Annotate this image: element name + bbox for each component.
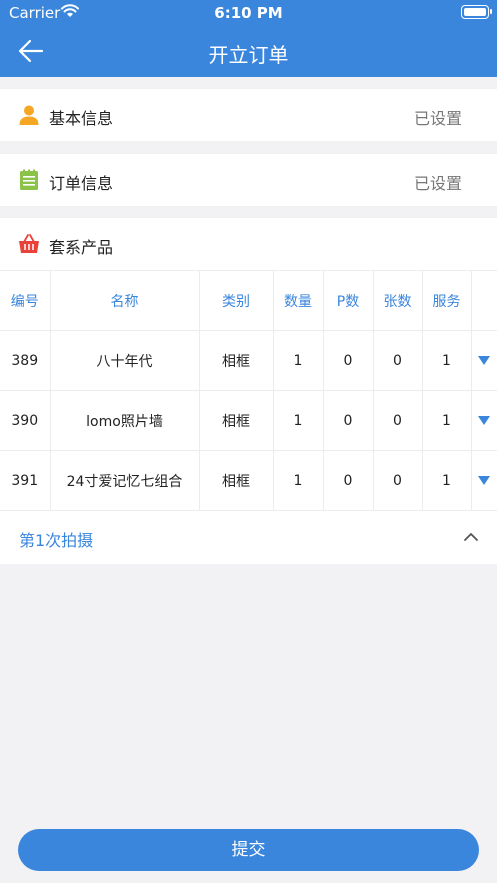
page-title: 开立订单 [208, 43, 289, 67]
cell-name: 八十年代 [49, 330, 200, 391]
cell-service: 1 [421, 390, 472, 451]
table-row[interactable]: 390 lomo照片墙 相框 1 0 0 1 [0, 390, 497, 451]
column-header-id: 编号 [0, 270, 51, 331]
table-row[interactable]: 389 八十年代 相框 1 0 0 1 [0, 330, 497, 391]
column-header-name: 名称 [49, 270, 200, 331]
chevron-up-icon[interactable] [463, 529, 479, 543]
top-bar: Carrier 6:10 PM 开立订单 [0, 0, 497, 77]
cell-p-count: 0 [322, 450, 374, 511]
cell-id: 389 [0, 330, 51, 391]
column-header-expand [470, 270, 497, 331]
cell-service: 1 [421, 450, 472, 511]
row-expand-cell[interactable] [470, 450, 497, 511]
cell-name: lomo照片墙 [49, 390, 200, 451]
basic-info-value: 已设置 [413, 109, 462, 128]
cell-type: 相框 [198, 390, 274, 451]
column-header-quantity: 数量 [272, 270, 324, 331]
status-time: 6:10 PM [214, 4, 283, 22]
cell-name: 24寸爱记忆七组合 [49, 450, 200, 511]
basic-info-row[interactable]: 基本信息 已设置 [0, 89, 497, 141]
user-icon [18, 104, 40, 126]
cell-service: 1 [421, 330, 472, 391]
dropdown-triangle-icon[interactable] [478, 355, 491, 365]
dropdown-triangle-icon[interactable] [478, 475, 491, 485]
cell-quantity: 1 [272, 450, 324, 511]
cell-sheets: 0 [372, 330, 423, 391]
column-header-type: 类别 [198, 270, 274, 331]
notepad-icon [18, 169, 40, 191]
dropdown-triangle-icon[interactable] [478, 415, 491, 425]
order-info-value: 已设置 [413, 174, 462, 193]
cell-sheets: 0 [372, 450, 423, 511]
cell-quantity: 1 [272, 330, 324, 391]
row-expand-cell[interactable] [470, 390, 497, 451]
column-header-p-count: P数 [322, 270, 374, 331]
cell-quantity: 1 [272, 390, 324, 451]
column-header-sheets: 张数 [372, 270, 423, 331]
order-info-label: 订单信息 [49, 174, 114, 193]
status-bar: Carrier 6:10 PM [0, 0, 497, 26]
cell-id: 390 [0, 390, 51, 451]
bottom-bar: 提交 [0, 818, 497, 883]
column-header-service: 服务 [421, 270, 472, 331]
table-row[interactable]: 391 24寸爱记忆七组合 相框 1 0 0 1 [0, 450, 497, 511]
row-expand-cell[interactable] [470, 330, 497, 391]
cell-type: 相框 [198, 330, 274, 391]
nav-bar: 开立订单 [0, 26, 497, 77]
table-header-row: 编号 名称 类别 数量 P数 张数 服务 [0, 270, 497, 331]
cell-p-count: 0 [322, 330, 374, 391]
shoot-section-toggle[interactable]: 第1次拍摄 [0, 510, 497, 564]
cell-p-count: 0 [322, 390, 374, 451]
submit-button[interactable]: 提交 [18, 829, 479, 871]
cell-sheets: 0 [372, 390, 423, 451]
basic-info-label: 基本信息 [49, 109, 114, 128]
battery-icon [461, 5, 492, 19]
basket-icon [18, 233, 40, 255]
cell-type: 相框 [198, 450, 274, 511]
package-products-header: 套系产品 [0, 218, 497, 270]
order-info-row[interactable]: 订单信息 已设置 [0, 154, 497, 206]
cell-id: 391 [0, 450, 51, 511]
package-products-label: 套系产品 [49, 238, 114, 257]
package-products-card: 套系产品 编号 名称 类别 数量 P数 张数 服务 389 八十年代 相框 1 … [0, 218, 497, 564]
shoot-label: 第1次拍摄 [19, 531, 94, 550]
products-table: 编号 名称 类别 数量 P数 张数 服务 389 八十年代 相框 1 0 0 1… [0, 270, 497, 511]
